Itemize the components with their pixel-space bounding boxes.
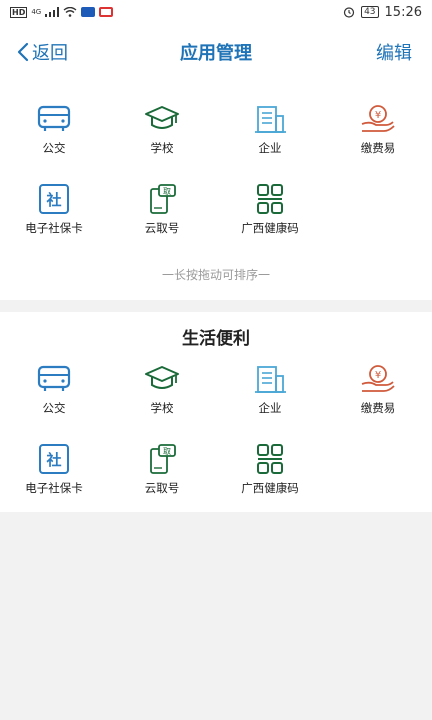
graduation-cap-icon xyxy=(145,106,179,129)
building-icon xyxy=(255,366,286,393)
clock: 15:26 xyxy=(384,4,422,20)
wifi-icon xyxy=(63,7,77,17)
social-security-card-icon: 社 xyxy=(39,444,69,474)
svg-text:¥: ¥ xyxy=(375,110,381,121)
payment-hand-icon: ¥ xyxy=(361,365,395,392)
back-label: 返回 xyxy=(32,43,68,64)
app-label: 学校 xyxy=(150,401,174,415)
alarm-icon xyxy=(343,7,355,18)
my-apps-section: 公交 学校 企业 ¥ 缴费易 社 电子社保卡 取 云取号 广西健康码 一长按拖动… xyxy=(0,80,432,300)
app-label: 云取号 xyxy=(144,481,180,495)
battery-level: 43 xyxy=(361,6,379,18)
bus-icon xyxy=(37,105,71,131)
svg-text:社: 社 xyxy=(45,191,61,209)
app-school[interactable]: 学校 xyxy=(108,340,216,420)
app-notification-icon xyxy=(81,7,96,17)
svg-text:取: 取 xyxy=(163,447,171,456)
app-queue-ticket[interactable]: 取 云取号 xyxy=(108,160,216,240)
app-payment[interactable]: ¥ 缴费易 xyxy=(324,80,432,160)
app-social-security-card[interactable]: 社 电子社保卡 xyxy=(0,420,108,500)
app-label: 企业 xyxy=(258,401,282,415)
app-health-code[interactable]: 广西健康码 xyxy=(216,160,324,240)
life-services-section: 生活便利 公交 学校 企业 ¥ 缴费易 社 电子社保卡 取 云取号 广西健康码 xyxy=(0,312,432,512)
signal-icon xyxy=(45,7,60,17)
app-enterprise[interactable]: 企业 xyxy=(216,340,324,420)
app-label: 学校 xyxy=(150,141,174,155)
app-enterprise[interactable]: 企业 xyxy=(216,80,324,160)
payment-hand-icon: ¥ xyxy=(361,105,395,132)
app-label: 广西健康码 xyxy=(241,221,299,235)
app-label: 公交 xyxy=(42,401,66,415)
status-left: HD 4G xyxy=(10,6,114,18)
queue-ticket-icon: 取 xyxy=(150,444,176,474)
svg-text:¥: ¥ xyxy=(375,370,381,381)
app-label: 电子社保卡 xyxy=(25,481,83,495)
edit-button[interactable]: 编辑 xyxy=(376,39,412,65)
app-label: 广西健康码 xyxy=(241,481,299,495)
life-services-grid: 公交 学校 企业 ¥ 缴费易 社 电子社保卡 取 云取号 广西健康码 xyxy=(0,340,432,500)
svg-text:取: 取 xyxy=(163,187,171,196)
app-label: 公交 xyxy=(42,141,66,155)
app-label: 电子社保卡 xyxy=(25,221,83,235)
health-qr-code-icon xyxy=(257,184,283,214)
message-notification-icon xyxy=(99,7,114,17)
app-label: 云取号 xyxy=(144,221,180,235)
network-type: 4G xyxy=(31,8,42,16)
app-social-security-card[interactable]: 社 电子社保卡 xyxy=(0,160,108,240)
app-school[interactable]: 学校 xyxy=(108,80,216,160)
drag-sort-hint: 一长按拖动可排序一 xyxy=(161,268,270,282)
app-health-code[interactable]: 广西健康码 xyxy=(216,420,324,500)
chevron-left-icon xyxy=(17,42,29,62)
app-label: 缴费易 xyxy=(360,401,396,415)
app-label: 企业 xyxy=(258,141,282,155)
hd-indicator: HD xyxy=(10,6,28,18)
queue-ticket-icon: 取 xyxy=(150,184,176,214)
back-button[interactable]: 返回 xyxy=(16,39,68,65)
my-apps-grid: 公交 学校 企业 ¥ 缴费易 社 电子社保卡 取 云取号 广西健康码 xyxy=(0,80,432,240)
graduation-cap-icon xyxy=(145,366,179,389)
svg-text:社: 社 xyxy=(45,451,61,469)
bus-icon xyxy=(37,365,71,391)
app-bus[interactable]: 公交 xyxy=(0,80,108,160)
health-qr-code-icon xyxy=(257,444,283,474)
app-bus[interactable]: 公交 xyxy=(0,340,108,420)
nav-header: 返回 应用管理 编辑 xyxy=(0,24,432,80)
status-right: 43 15:26 xyxy=(343,5,422,20)
status-bar: HD 4G 43 15:26 xyxy=(0,0,432,24)
app-payment[interactable]: ¥ 缴费易 xyxy=(324,340,432,420)
app-queue-ticket[interactable]: 取 云取号 xyxy=(108,420,216,500)
building-icon xyxy=(255,106,286,133)
app-label: 缴费易 xyxy=(360,141,396,155)
social-security-card-icon: 社 xyxy=(39,184,69,214)
